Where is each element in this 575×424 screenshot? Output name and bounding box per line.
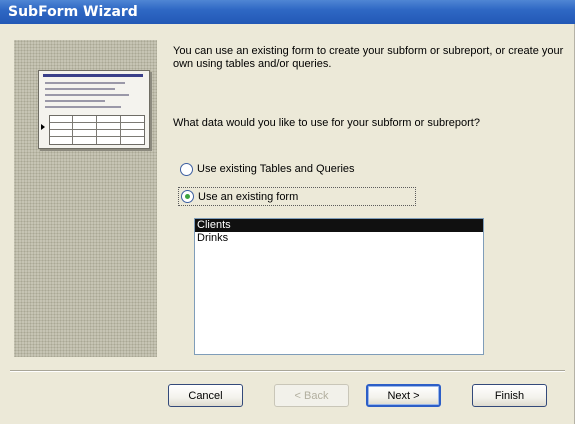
illustration-text-line [45,82,125,84]
illustration-text-line [45,88,115,90]
subform-illustration [38,70,150,149]
intro-text: You can use an existing form to create y… [173,45,564,70]
option-use-existing-form[interactable]: Use an existing form [178,187,416,206]
question-text: What data would you like to use for your… [173,117,480,129]
finish-button[interactable]: Finish [472,384,547,407]
cancel-button[interactable]: Cancel [168,384,243,407]
title-bar[interactable]: SubForm Wizard [0,0,575,24]
illustration-title-bar [43,74,143,77]
list-item[interactable]: Drinks [195,232,483,245]
list-item-selected[interactable]: Clients [195,219,483,232]
radio-button-selected[interactable] [181,190,194,203]
record-pointer-icon [41,124,45,130]
option-label: Use an existing form [198,190,299,203]
back-button[interactable]: < Back [274,384,349,407]
illustration-text-line [45,100,105,102]
option-use-tables-queries[interactable]: Use existing Tables and Queries [180,161,355,177]
forms-listbox[interactable]: Clients Drinks [194,218,484,355]
button-separator [10,370,565,372]
wizard-illustration-panel [14,40,157,357]
subform-wizard-dialog: SubForm Wizard You can use an existing f… [0,0,575,424]
next-button[interactable]: Next > [366,384,441,407]
window-title: SubForm Wizard [8,4,138,20]
illustration-datasheet-grid [49,115,145,145]
option-label: Use existing Tables and Queries [197,163,355,175]
radio-button[interactable] [180,162,193,176]
illustration-text-line [45,94,129,96]
illustration-text-line [45,106,121,108]
